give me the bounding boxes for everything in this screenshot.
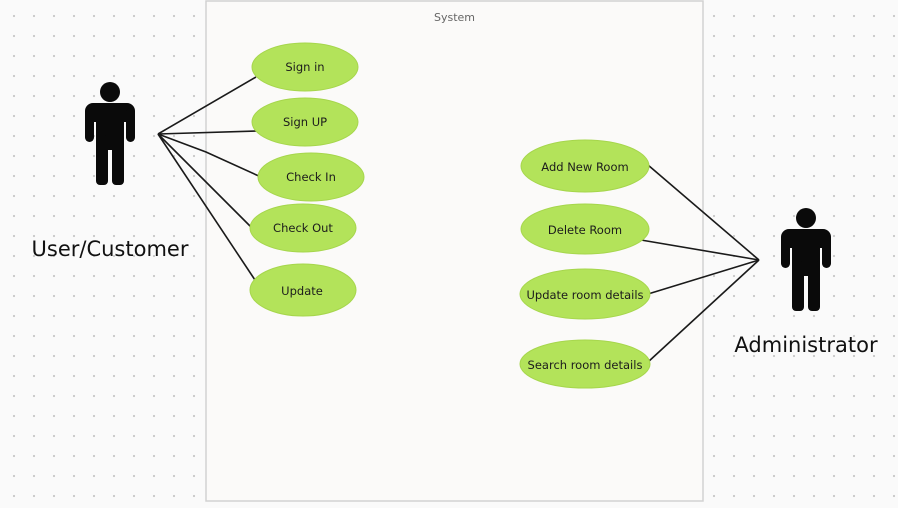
use-case-label: Sign UP: [283, 115, 327, 129]
use-case-label: Search room details: [528, 358, 643, 372]
use-case-update: Update: [249, 263, 357, 317]
use-case-label: Delete Room: [548, 223, 622, 237]
use-case-label: Add New Room: [541, 160, 628, 174]
actor-label: User/Customer: [32, 237, 189, 261]
actor-user-customer: User/Customer: [32, 82, 189, 261]
use-case-label: Update: [281, 284, 323, 298]
system-title: System: [434, 11, 475, 24]
person-icon: [85, 82, 135, 185]
use-case-search-room-details: Search room details: [519, 339, 651, 389]
use-case-label: Check Out: [273, 221, 333, 235]
use-case-sign-up: Sign UP: [251, 97, 359, 147]
use-case-label: Sign in: [285, 60, 324, 74]
use-case-update-room-details: Update room details: [519, 268, 651, 320]
use-case-add-new-room: Add New Room: [520, 139, 650, 193]
use-case-diagram: System Sign in Sign UP Check In Check Ou…: [32, 0, 878, 502]
actor-administrator: Administrator: [734, 208, 878, 357]
use-case-delete-room: Delete Room: [520, 203, 650, 255]
use-case-label: Check In: [286, 170, 336, 184]
use-case-check-in: Check In: [257, 152, 365, 202]
use-case-check-out: Check Out: [249, 203, 357, 253]
person-icon: [781, 208, 831, 311]
use-case-label: Update room details: [526, 288, 643, 302]
use-case-sign-in: Sign in: [251, 42, 359, 92]
actor-label: Administrator: [734, 333, 878, 357]
